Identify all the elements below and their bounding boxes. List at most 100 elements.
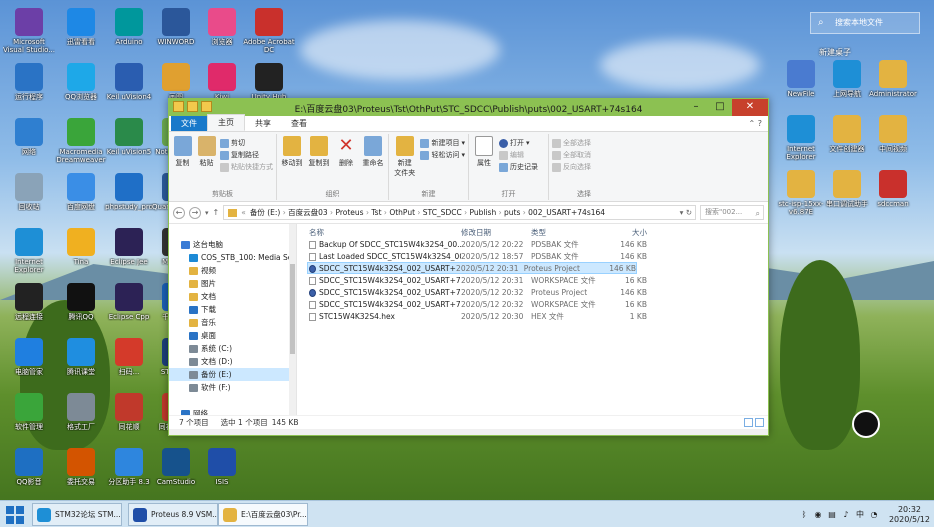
edit-button[interactable]: 编辑 bbox=[499, 150, 538, 160]
desktop-icon[interactable]: 浏览器 bbox=[196, 8, 248, 46]
input-method-icon[interactable]: 中 bbox=[855, 510, 865, 520]
nav-scrollbar-thumb[interactable] bbox=[290, 264, 295, 354]
nav-item[interactable]: 视频 bbox=[169, 264, 296, 277]
taskbar-button[interactable]: STM32论坛 STM... bbox=[32, 503, 122, 526]
desktop-icon[interactable]: stc-isp-15xx-v6.87E bbox=[775, 170, 827, 216]
tab-view[interactable]: 查看 bbox=[281, 116, 317, 131]
select-none-button[interactable]: 全部取消 bbox=[552, 150, 591, 160]
desktop-icon[interactable]: Eclipse Cpp bbox=[103, 283, 155, 321]
file-row[interactable]: SDCC_STC15W4k32S4_002_USART+7... 2020/5/1… bbox=[297, 274, 768, 286]
nav-item[interactable]: 网络 bbox=[169, 407, 296, 415]
ribbon-collapse-and-help[interactable]: ⌃ ? bbox=[749, 119, 763, 128]
desktop-icon[interactable]: 百度网盘 bbox=[55, 173, 107, 211]
desktop-icon[interactable]: 电脑管家 bbox=[3, 338, 55, 376]
recent-dropdown-icon[interactable]: ▾ bbox=[205, 209, 209, 217]
easy-access-button[interactable]: 轻松访问 ▾ bbox=[420, 150, 465, 160]
desktop-icon[interactable]: 同花顺 bbox=[103, 393, 155, 431]
address-bar[interactable]: « 备份 (E:) › 百度云盘03 › Proteus › Tst › Oth… bbox=[223, 205, 696, 220]
breadcrumb-item[interactable]: 备份 (E:) bbox=[250, 208, 281, 217]
bluetooth-icon[interactable]: ᛒ bbox=[799, 510, 809, 520]
desktop-search-box[interactable]: ⌕ 搜索本地文件 bbox=[810, 12, 920, 34]
desktop-icon[interactable]: 格式工厂 bbox=[55, 393, 107, 431]
breadcrumb-item[interactable]: Tst bbox=[371, 208, 381, 217]
history-button[interactable]: 历史记录 bbox=[499, 162, 538, 172]
desktop-icon[interactable]: Adobe Acrobat DC bbox=[243, 8, 295, 54]
nav-item[interactable]: 系统 (C:) bbox=[169, 342, 296, 355]
column-name[interactable]: 名称 bbox=[309, 227, 461, 238]
nav-item[interactable]: 备份 (E:) bbox=[169, 368, 296, 381]
desktop-icon[interactable]: Unity Hub bbox=[243, 63, 295, 101]
address-dropdown-icon[interactable]: ▾ ↻ bbox=[680, 208, 695, 217]
column-date[interactable]: 修改日期 bbox=[461, 227, 531, 238]
tab-file[interactable]: 文件 bbox=[171, 116, 207, 131]
up-arrow-icon[interactable]: ↑ bbox=[213, 208, 220, 217]
nav-item[interactable]: 文档 bbox=[169, 290, 296, 303]
desktop-icon[interactable]: 分区助手 8.3 bbox=[103, 448, 155, 486]
nav-item[interactable]: 软件 (F:) bbox=[169, 381, 296, 394]
desktop-icon[interactable]: Kiwi bbox=[196, 63, 248, 101]
paste-shortcut-button[interactable]: 粘贴快捷方式 bbox=[220, 162, 273, 172]
minimize-button[interactable]: – bbox=[684, 99, 708, 116]
notification-icon[interactable]: ◔ bbox=[869, 510, 879, 520]
file-row[interactable]: SDCC_STC15W4k32S4_002_USART+7... 2020/5/1… bbox=[297, 286, 768, 298]
breadcrumb-separator[interactable]: › bbox=[520, 208, 528, 217]
desktop-icon[interactable]: ISIS bbox=[196, 448, 248, 486]
desktop-icon[interactable]: 软件管理 bbox=[3, 393, 55, 431]
desktop-icon[interactable]: Internet Explorer bbox=[775, 115, 827, 161]
large-icons-view-icon[interactable] bbox=[755, 418, 764, 427]
desktop-icon[interactable]: Arduino bbox=[103, 8, 155, 46]
network-icon[interactable]: ▤ bbox=[827, 510, 837, 520]
breadcrumb-item[interactable]: 002_USART+74s164 bbox=[528, 208, 605, 217]
desktop-icon[interactable]: Eclipse Jee bbox=[103, 228, 155, 266]
desktop-icon[interactable]: Administrator bbox=[867, 60, 919, 98]
desktop-icon[interactable]: 串口调试助手 bbox=[821, 170, 873, 208]
desktop-icon[interactable]: Tina bbox=[55, 228, 107, 266]
breadcrumb-item[interactable]: 百度云盘03 bbox=[288, 208, 328, 217]
nav-item[interactable]: 下载 bbox=[169, 303, 296, 316]
select-all-button[interactable]: 全部选择 bbox=[552, 138, 591, 148]
desktop-icon[interactable]: 上网导航 bbox=[821, 60, 873, 98]
forward-button[interactable]: → bbox=[189, 206, 201, 219]
qq-penguin-icon[interactable] bbox=[852, 410, 880, 438]
speaker-icon[interactable]: ♪ bbox=[841, 510, 851, 520]
desktop-icon[interactable]: Keil uVision4 bbox=[103, 63, 155, 101]
desktop-icon[interactable]: sdccman bbox=[867, 170, 919, 208]
copy-path-button[interactable]: 复制路径 bbox=[220, 150, 273, 160]
breadcrumb-separator[interactable]: › bbox=[280, 208, 288, 217]
desktop-icon[interactable]: NewFile bbox=[775, 60, 827, 98]
column-size[interactable]: 大小 bbox=[601, 227, 647, 238]
desktop-icon[interactable]: 画图 bbox=[150, 63, 202, 101]
desktop-icon[interactable]: Internet Explorer bbox=[3, 228, 55, 274]
cut-button[interactable]: 剪切 bbox=[220, 138, 273, 148]
nav-item[interactable]: 桌面 bbox=[169, 329, 296, 342]
breadcrumb-item[interactable]: STC_SDCC bbox=[423, 208, 462, 217]
desktop-icon[interactable]: 委托交易 bbox=[55, 448, 107, 486]
desktop-icon[interactable]: WINWORD bbox=[150, 8, 202, 46]
file-row[interactable]: Last Loaded SDCC_STC15W4k32S4_00... 2020/… bbox=[297, 250, 768, 262]
file-row[interactable]: SDCC_STC15W4k32S4_002_USART+7... 2020/5/1… bbox=[307, 262, 637, 274]
title-bar[interactable]: E:\百度云盘03\Proteus\Tst\OthPut\STC_SDCC\Pu… bbox=[169, 99, 768, 116]
nav-item[interactable]: 音乐 bbox=[169, 316, 296, 329]
invert-selection-button[interactable]: 反向选择 bbox=[552, 162, 591, 172]
desktop-icon[interactable]: 运行程序 bbox=[3, 63, 55, 101]
breadcrumb-item[interactable]: Publish bbox=[469, 208, 496, 217]
desktop-icon[interactable]: 腾讯QQ bbox=[55, 283, 107, 321]
desktop-icon[interactable]: 迅雷看看 bbox=[55, 8, 107, 46]
desktop-icon[interactable]: 中间视频 bbox=[867, 115, 919, 153]
maximize-button[interactable]: □ bbox=[708, 99, 732, 116]
breadcrumb-separator[interactable]: › bbox=[496, 208, 504, 217]
desktop-icon[interactable]: Keil uVision5 bbox=[103, 118, 155, 156]
desktop-icon[interactable]: 文件创建器 bbox=[821, 115, 873, 153]
nav-item[interactable]: 图片 bbox=[169, 277, 296, 290]
breadcrumb-item[interactable]: OthPut bbox=[389, 208, 415, 217]
desktop-icon[interactable]: 远程连接 bbox=[3, 283, 55, 321]
tab-share[interactable]: 共享 bbox=[245, 116, 281, 131]
desktop-icon[interactable]: CamStudio bbox=[150, 448, 202, 486]
search-input[interactable]: 搜索"002... ⌕ bbox=[700, 205, 764, 220]
nav-item[interactable]: 文档 (D:) bbox=[169, 355, 296, 368]
nav-item[interactable]: 这台电脑 bbox=[169, 238, 296, 251]
desktop-icon[interactable]: 扫码... bbox=[103, 338, 155, 376]
desktop-icon[interactable]: 腾讯课堂 bbox=[55, 338, 107, 376]
back-button[interactable]: ← bbox=[173, 206, 185, 219]
nav-scrollbar[interactable] bbox=[289, 224, 296, 415]
